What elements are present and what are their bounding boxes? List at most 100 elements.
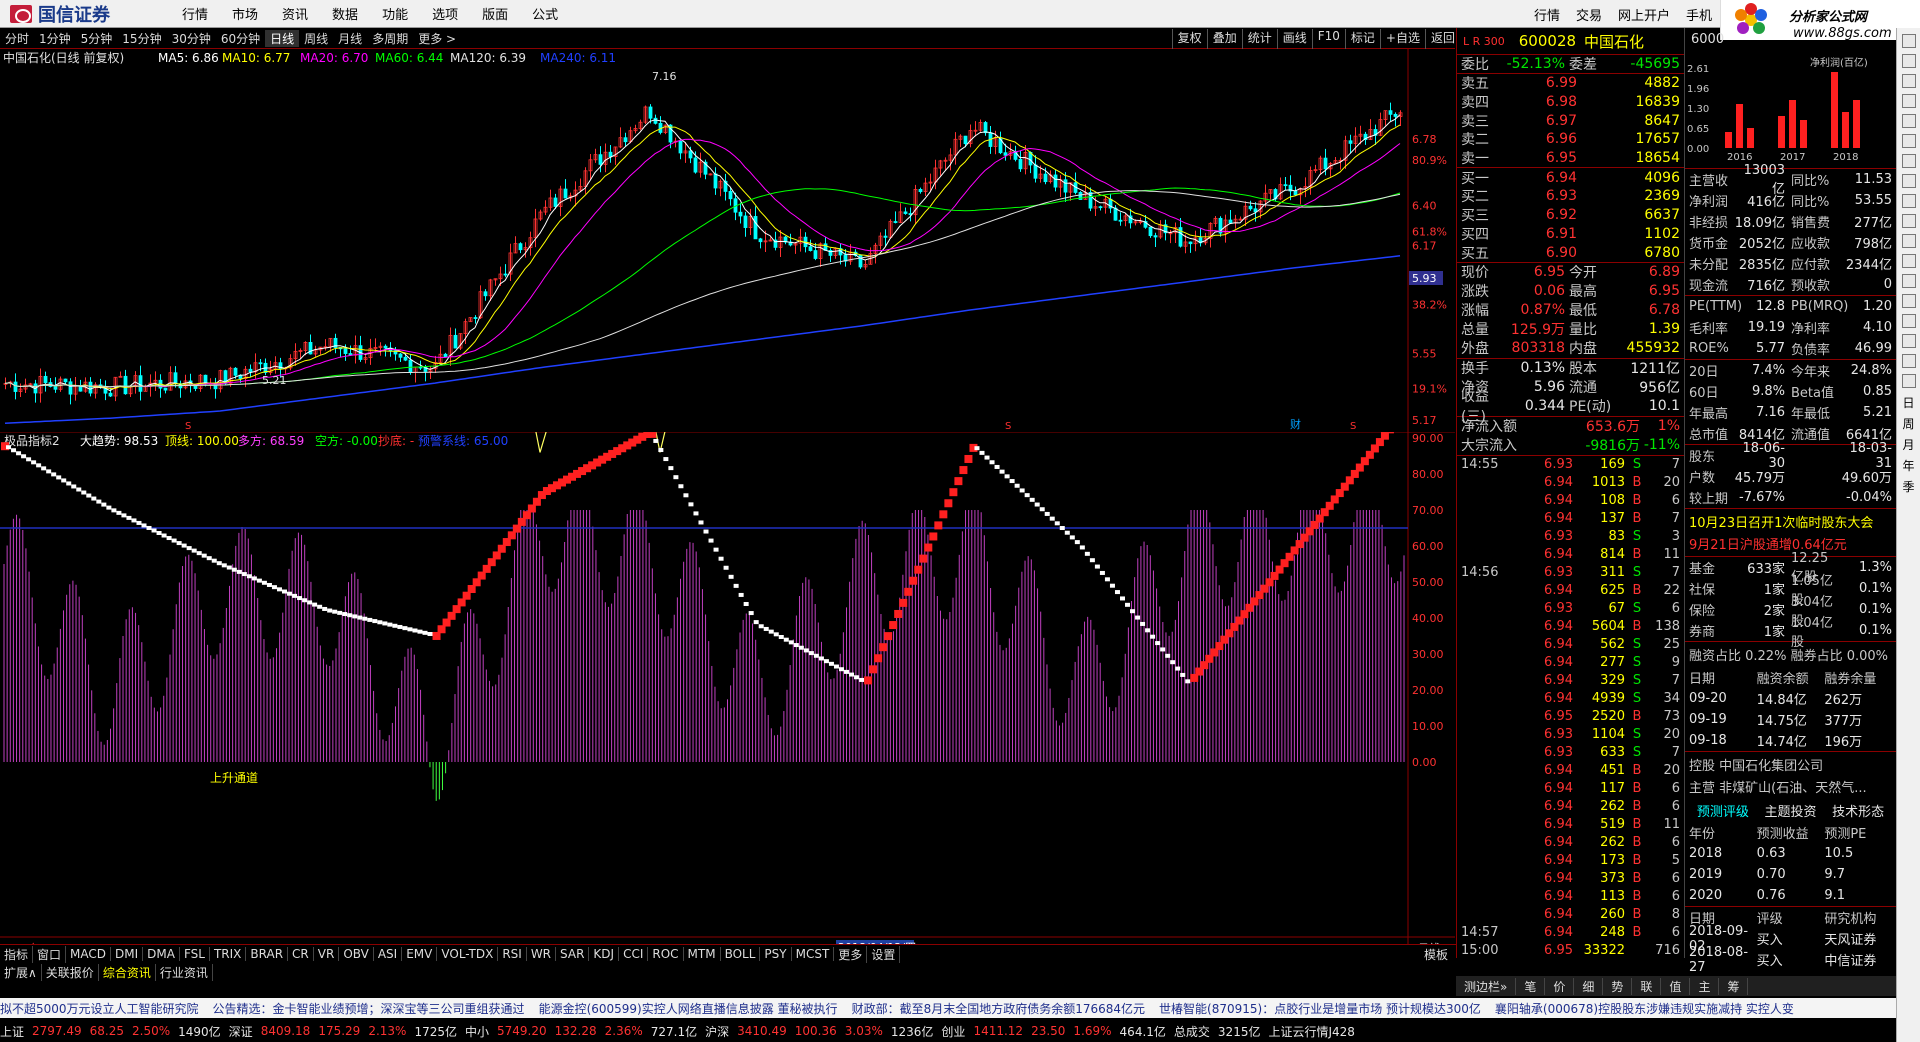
indicator-tab[interactable]: DMI [111, 947, 144, 961]
indicator-tab[interactable]: SAR [556, 947, 590, 961]
index-name[interactable]: 上证 [0, 1023, 24, 1040]
quote-tab[interactable]: 值 [1661, 977, 1691, 995]
extra-tab[interactable]: 扩展∧ [0, 963, 42, 981]
period-tab[interactable]: 15分钟 [117, 30, 166, 47]
bid-row[interactable]: 买五 6.90 6780 [1457, 243, 1684, 262]
server-label[interactable]: 上证云行情J428 [1268, 1023, 1354, 1040]
side-tool-icon[interactable] [1901, 114, 1916, 128]
indicator-tab[interactable]: RSI [498, 947, 527, 961]
indicator-tab[interactable]: CR [288, 947, 314, 961]
right-menu-item[interactable]: 行情 [1526, 5, 1568, 24]
right-menu-item[interactable]: 网上开户 [1610, 5, 1678, 24]
indicator-tab[interactable]: BRAR [246, 947, 289, 961]
extra-tab[interactable]: 关联报价 [42, 963, 99, 981]
menu-item[interactable]: 资讯 [270, 4, 320, 23]
side-tab[interactable]: 日 [1897, 394, 1920, 411]
period-tab[interactable]: 周线 [299, 30, 333, 47]
news-item[interactable]: 拟不超5000万元设立人工智能研究院 [0, 1000, 199, 1017]
info-tab[interactable]: 主题投资 [1757, 801, 1825, 820]
news-item[interactable]: 能源金控(600599)实控人网络直播信息披露 董秘被执行 [539, 1000, 838, 1017]
indicator-tab[interactable]: BOLL [721, 947, 761, 961]
info-tab[interactable]: 技术形态 [1824, 801, 1892, 820]
side-tab[interactable]: 年 [1897, 457, 1920, 474]
quote-tab[interactable]: 联 [1632, 977, 1662, 995]
news-item[interactable]: 襄阳轴承(000678)控股股东涉嫌违规实施减持 实控人变 [1495, 1000, 1794, 1017]
period-tab[interactable]: 更多 > [413, 30, 461, 47]
quote-tab[interactable]: 势 [1603, 977, 1633, 995]
notice-1[interactable]: 10月23日召开1次临时股东大会 [1685, 508, 1896, 534]
period-tab[interactable]: 1分钟 [34, 30, 76, 47]
side-tab[interactable]: 周 [1897, 415, 1920, 432]
tool-button[interactable]: 标记 [1344, 29, 1380, 49]
bid-row[interactable]: 买一 6.94 4096 [1457, 168, 1684, 187]
side-tool-icon[interactable] [1901, 54, 1916, 68]
index-name[interactable]: 创业 [941, 1023, 965, 1040]
menu-item[interactable]: 市场 [220, 4, 270, 23]
menu-item[interactable]: 数据 [320, 4, 370, 23]
stock-title[interactable]: L R 300 600028 中国石化 [1457, 28, 1684, 54]
news-item[interactable]: 财政部：截至8月末全国地方政府债务余额176684亿元 [852, 1000, 1145, 1017]
side-tool-icon[interactable] [1901, 254, 1916, 268]
indicator-tab[interactable]: VOL-TDX [437, 947, 499, 961]
app-logo[interactable]: 国信证券 [0, 0, 170, 28]
quote-tab[interactable]: 主 [1690, 977, 1720, 995]
indicator-tab[interactable]: FSL [180, 947, 210, 961]
extra-tab[interactable]: 综合资讯 [99, 963, 156, 981]
index-name[interactable]: 沪深 [705, 1023, 729, 1040]
template-button[interactable]: 模板 [1424, 946, 1448, 963]
tool-button[interactable]: +自选 [1379, 29, 1425, 49]
tool-button[interactable]: 复权 [1171, 29, 1207, 49]
indicator-tab[interactable]: MACD [66, 947, 112, 961]
indicator-tab[interactable]: VR [314, 947, 340, 961]
indicator-tab[interactable]: CCI [619, 947, 649, 961]
indicator-tab[interactable]: WR [527, 947, 557, 961]
kline-chart[interactable]: 中国石化(日线 前复权) MA5: 6.86 MA10: 6.77 MA20: … [0, 49, 1455, 432]
side-tool-icon[interactable] [1901, 354, 1916, 368]
tool-button[interactable]: 叠加 [1206, 29, 1242, 49]
indicator-tab[interactable]: ROC [648, 947, 684, 961]
period-tab[interactable]: 分时 [0, 30, 34, 47]
news-item[interactable]: 世椿智能(870915)：点胶行业是增量市场 预计规模达300亿 [1159, 1000, 1481, 1017]
tool-button[interactable]: 统计 [1241, 29, 1277, 49]
menu-item[interactable]: 公式 [520, 4, 570, 23]
news-ticker[interactable]: 拟不超5000万元设立人工智能研究院 公告精选：金卡智能业绩预增；深深宝等三公司重… [0, 998, 1896, 1018]
menu-item[interactable]: 选项 [420, 4, 470, 23]
side-tool-icon[interactable] [1901, 234, 1916, 248]
tick-list[interactable]: 14:55 6.93 169 S 7 6.94 1013 B 20 6.94 108 B 6 6.94 13… [1457, 454, 1684, 960]
menu-item[interactable]: 行情 [170, 4, 220, 23]
period-tab[interactable]: 日线 [265, 30, 300, 47]
side-tool-icon[interactable] [1901, 374, 1916, 388]
period-tab[interactable]: 多周期 [367, 30, 413, 47]
right-menu-item[interactable]: 手机 [1678, 5, 1720, 24]
tool-button[interactable]: 返回 [1424, 29, 1460, 49]
menu-item[interactable]: 版面 [470, 4, 520, 23]
side-tool-icon[interactable] [1901, 134, 1916, 148]
side-tool-icon[interactable] [1901, 214, 1916, 228]
side-tool-icon[interactable] [1901, 34, 1916, 48]
bid-row[interactable]: 买四 6.91 1102 [1457, 225, 1684, 244]
period-tab[interactable]: 30分钟 [167, 30, 216, 47]
indicator-tab[interactable]: EMV [402, 947, 438, 961]
quote-tab[interactable]: 价 [1545, 977, 1575, 995]
bid-row[interactable]: 买二 6.93 2369 [1457, 187, 1684, 206]
tool-button[interactable]: F10 [1311, 29, 1345, 49]
side-tab[interactable]: 季 [1897, 478, 1920, 495]
indicator-tab[interactable]: 更多 [834, 945, 868, 963]
indicator-tab[interactable]: PSY [760, 947, 792, 961]
quote-tab[interactable]: 细 [1574, 977, 1604, 995]
ask-row[interactable]: 卖三 6.97 8647 [1457, 111, 1684, 130]
quote-tab[interactable]: 测边栏» [1456, 977, 1517, 995]
side-tool-icon[interactable] [1901, 94, 1916, 108]
side-tab[interactable]: 月 [1897, 436, 1920, 453]
indicator-tab[interactable]: KDJ [589, 947, 620, 961]
indicator-tab[interactable]: DMA [143, 947, 180, 961]
side-tool-icon[interactable] [1901, 294, 1916, 308]
news-item[interactable]: 公告精选：金卡智能业绩预增；深深宝等三公司重组获通过 [213, 1000, 525, 1017]
info-tab[interactable]: 预测评级 [1689, 801, 1757, 820]
indicator-tab[interactable]: 设置 [867, 945, 901, 963]
side-tool-icon[interactable] [1901, 174, 1916, 188]
tool-button[interactable]: 画线 [1276, 29, 1312, 49]
bid-row[interactable]: 买三 6.92 6637 [1457, 206, 1684, 225]
side-tool-icon[interactable] [1901, 334, 1916, 348]
ask-row[interactable]: 卖一 6.95 18654 [1457, 149, 1684, 168]
